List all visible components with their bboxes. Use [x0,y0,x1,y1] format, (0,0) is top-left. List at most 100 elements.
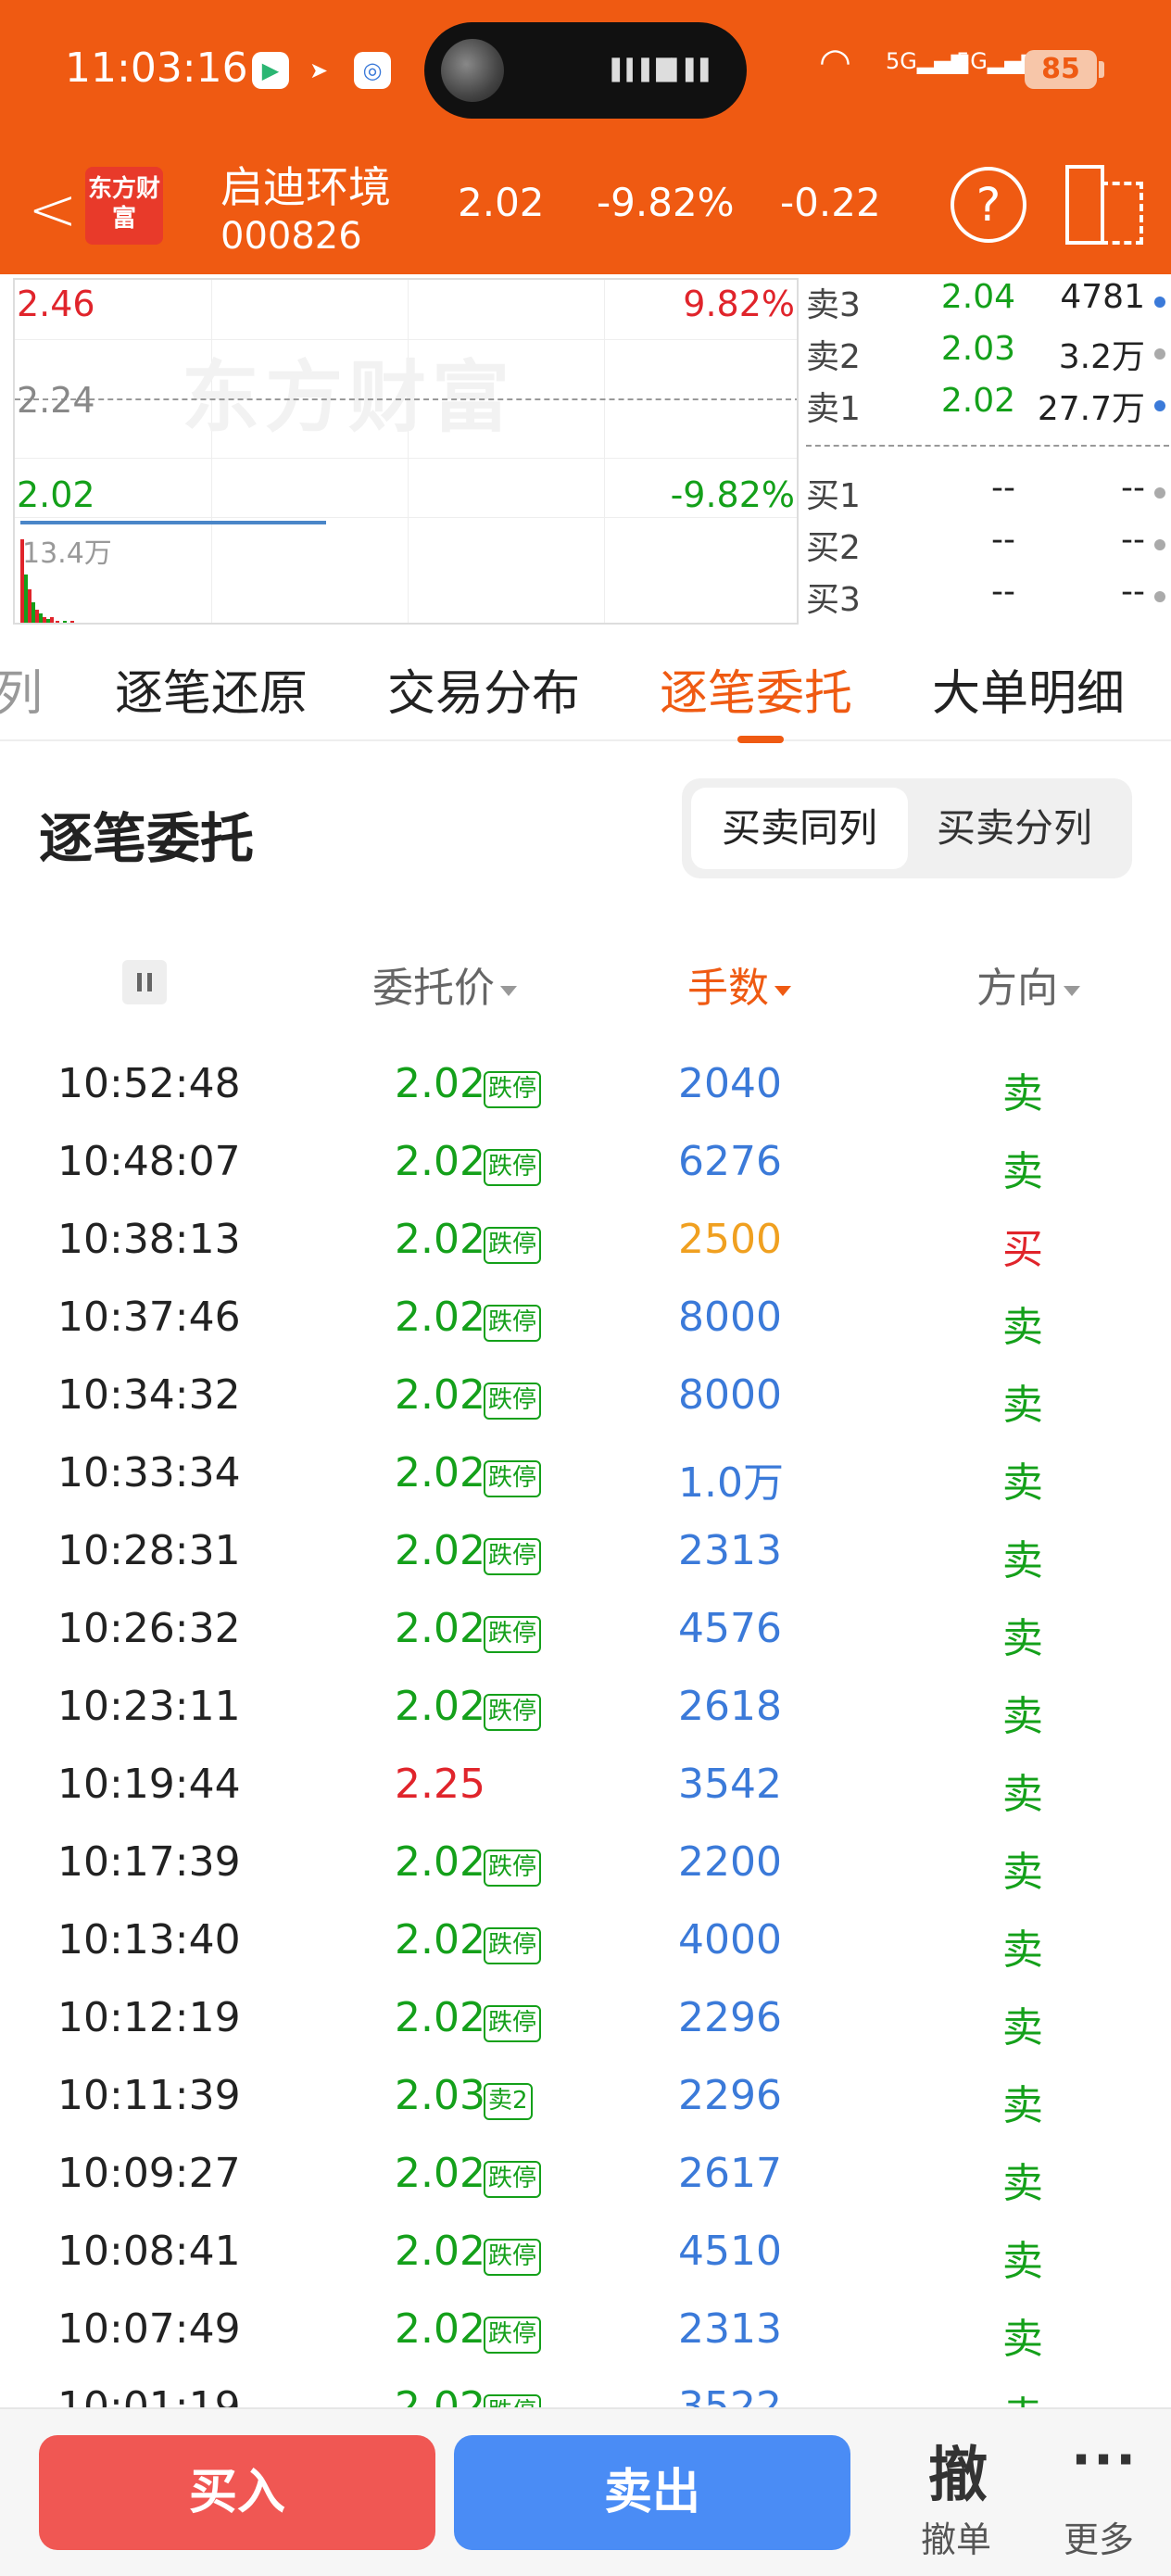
bid-volume: -- [1121,573,1145,611]
tab-tick-orders[interactable]: 逐笔委托 [660,654,852,724]
buy-button[interactable]: 买入 [39,2435,435,2550]
audio-wave-icon: ▌▍▌█▍▌▌ [611,59,716,82]
same-column-button[interactable]: 买卖同列 [691,788,908,869]
order-price: 2.02 [395,1994,485,2041]
order-price: 2.02 [395,2383,485,2409]
order-list[interactable]: 10:52:48 2.02 跌停 2040 卖 10:48:07 2.02 跌停 6276 卖 10… [0,1047,1171,2409]
dynamic-island: ▌▍▌█▍▌▌ [424,22,747,119]
order-row[interactable]: 10:52:48 2.02 跌停 2040 卖 [0,1047,1171,1125]
order-direction: 卖 [1002,2004,1043,2052]
col-price-header[interactable]: 委托价 [372,954,517,1014]
ask-price: 2.03 [940,330,1015,368]
order-tag-badge: 跌停 [484,2005,542,2042]
stock-name[interactable]: 启迪环境 [220,154,391,215]
bid-label: 买1 [806,477,861,515]
order-time: 10:34:32 [57,1371,241,1419]
battery-icon: 85 [1025,50,1097,89]
battery-tip [1099,61,1104,78]
order-row[interactable]: 10:34:32 2.02 跌停 8000 卖 [0,1358,1171,1436]
col-qty-header[interactable]: 手数 [687,954,791,1014]
change-amount: -0.22 [780,180,881,225]
tab-trade-distribution[interactable]: 交易分布 [387,654,580,724]
order-row[interactable]: 10:28:31 2.02 跌停 2313 卖 [0,1514,1171,1592]
order-row[interactable]: 10:38:13 2.02 跌停 2500 买 [0,1203,1171,1281]
order-row[interactable]: 10:08:41 2.02 跌停 4510 卖 [0,2215,1171,2292]
order-time: 10:09:27 [57,2150,241,2197]
order-price: 2.02 [395,1449,485,1496]
bid-price: -- [991,469,1015,507]
order-direction: 卖 [1002,2316,1043,2363]
sort-caret-icon [1064,985,1080,996]
switch-layout-icon[interactable] [1065,165,1143,245]
col-qty-label: 手数 [687,965,769,1012]
ask-dot-icon [1154,297,1165,308]
bid-dot-icon [1154,539,1165,550]
cancel-order-label[interactable]: 撤单 [921,2511,991,2562]
order-row[interactable]: 10:37:46 2.02 跌停 8000 卖 [0,1281,1171,1358]
order-qty: 1.0万 [678,1459,784,1507]
order-time: 10:01:19 [57,2383,241,2409]
order-time: 10:48:07 [57,1138,241,1185]
order-direction: 卖 [1002,2238,1043,2285]
cancel-order-icon[interactable]: 撤 [928,2428,988,2513]
order-price: 2.03 [395,2072,485,2119]
order-tag-badge: 跌停 [484,1227,542,1264]
order-tag-badge: 跌停 [484,1383,542,1420]
order-row[interactable]: 10:13:40 2.02 跌停 4000 卖 [0,1903,1171,1981]
order-row[interactable]: 10:19:44 2.25 3542 卖 [0,1748,1171,1825]
sort-caret-icon [774,985,791,996]
more-label[interactable]: 更多 [1064,2511,1134,2562]
order-price: 2.02 [395,1605,485,1652]
chart-high-pct: 9.82% [683,284,795,324]
order-row[interactable]: 10:17:39 2.02 跌停 2200 卖 [0,1825,1171,1903]
order-row[interactable]: 10:48:07 2.02 跌停 6276 卖 [0,1125,1171,1203]
eastmoney-logo: 东方财富 [85,167,163,245]
order-time: 10:08:41 [57,2228,241,2275]
tab-prev-partial[interactable]: 列 [0,654,43,724]
help-icon[interactable]: ? [951,167,1026,243]
pause-icon[interactable] [122,960,167,1004]
tab-large-orders[interactable]: 大单明细 [932,654,1125,724]
order-tag-badge: 跌停 [484,1538,542,1575]
order-qty: 2296 [678,1994,782,2041]
more-icon[interactable]: ··· [1071,2428,1138,2491]
active-tab-indicator [737,736,784,743]
view-mode-toggle: 买卖同列 买卖分列 [682,778,1132,878]
order-price: 2.02 [395,1916,485,1964]
order-row[interactable]: 10:09:27 2.02 跌停 2617 卖 [0,2137,1171,2215]
col-dir-header[interactable]: 方向 [976,954,1080,1014]
order-price: 2.02 [395,1138,485,1185]
order-direction: 买 [1002,1226,1043,1273]
intraday-chart[interactable]: 东方财富 2.46 9.82% 2.24 2.02 -9.82% 13.4万 [13,278,799,625]
order-time: 10:11:39 [57,2072,241,2119]
split-column-button[interactable]: 买卖分列 [906,788,1123,869]
order-qty: 2313 [678,2305,782,2353]
order-price: 2.02 [395,1838,485,1886]
order-row[interactable]: 10:11:39 2.03 卖2 2296 卖 [0,2059,1171,2137]
order-row[interactable]: 10:07:49 2.02 跌停 2313 卖 [0,2292,1171,2370]
order-qty: 8000 [678,1371,782,1419]
order-tag-badge: 跌停 [484,2161,542,2198]
back-icon[interactable]: < [28,176,78,245]
bid-volume: -- [1121,521,1145,559]
order-direction: 卖 [1002,2082,1043,2129]
order-time: 10:12:19 [57,1994,241,2041]
order-qty: 2313 [678,1527,782,1574]
order-direction: 卖 [1002,1459,1043,1507]
sell-button[interactable]: 卖出 [454,2435,850,2550]
order-row[interactable]: 10:33:34 2.02 跌停 1.0万 卖 [0,1436,1171,1514]
order-book[interactable]: 卖3 2.04 4781 卖2 2.03 3.2万 卖1 2.02 27.7万 … [802,278,1171,625]
order-row[interactable]: 10:23:11 2.02 跌停 2618 卖 [0,1670,1171,1748]
tab-tick-restore[interactable]: 逐笔还原 [115,654,308,724]
bid-dot-icon [1154,487,1165,499]
order-row[interactable]: 10:26:32 2.02 跌停 4576 卖 [0,1592,1171,1670]
order-time: 10:17:39 [57,1838,241,1886]
order-row[interactable]: 10:12:19 2.02 跌停 2296 卖 [0,1981,1171,2059]
col-dir-label: 方向 [976,965,1058,1012]
order-qty: 4510 [678,2228,782,2275]
ask-volume: 3.2万 [1058,338,1145,376]
order-row[interactable]: 10:01:192.02跌停3522卖 [0,2370,1171,2409]
chart-prev-close: 2.24 [17,380,95,421]
order-tag-badge: 跌停 [484,1305,542,1342]
bid-price: -- [991,573,1015,611]
